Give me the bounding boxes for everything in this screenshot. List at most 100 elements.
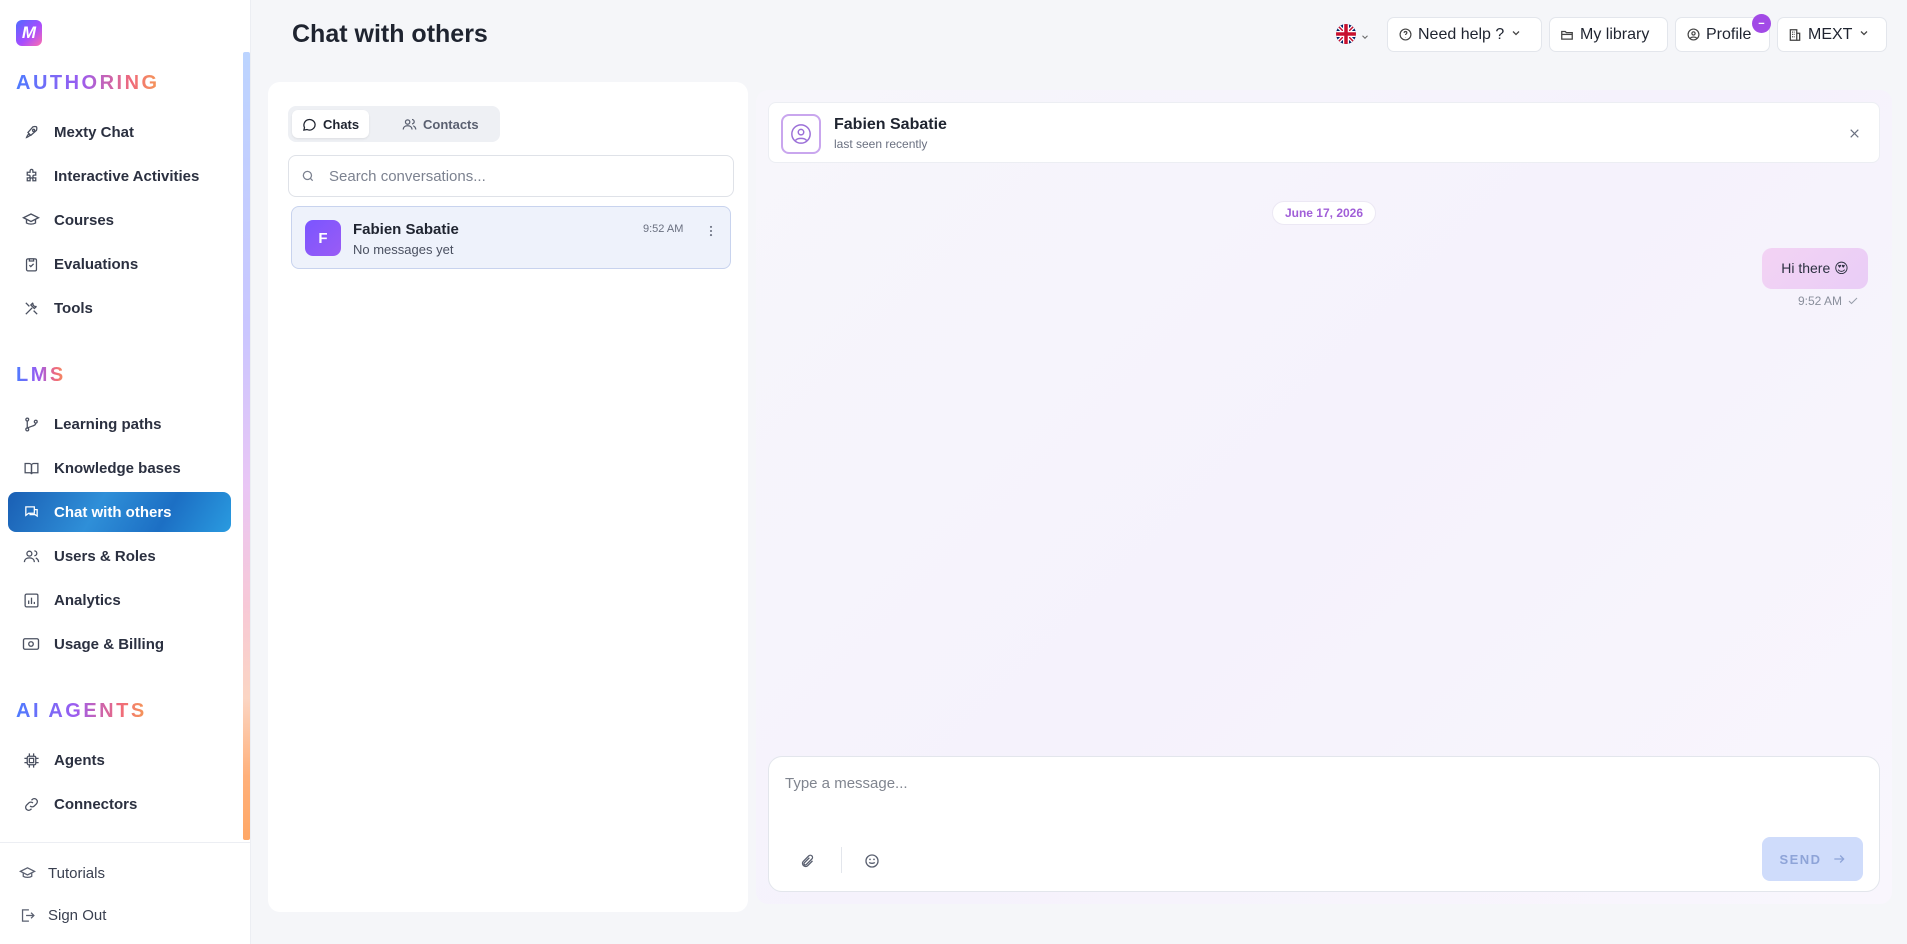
app-logo[interactable]: M	[16, 20, 42, 46]
conversation-time: 9:52 AM	[643, 223, 684, 235]
page-title: Chat with others	[292, 20, 488, 48]
organization-selector[interactable]: MEXT	[1777, 17, 1887, 52]
close-icon[interactable]	[1844, 123, 1864, 143]
graduation-cap-icon	[22, 211, 40, 229]
section-title-ai-agents: AI AGENTS	[16, 700, 147, 722]
sidebar-item-connectors[interactable]: Connectors	[8, 784, 231, 824]
need-help-button[interactable]: Need help ?	[1387, 17, 1542, 52]
section-title-lms: LMS	[16, 364, 66, 386]
sidebar-scroll-rail[interactable]	[243, 52, 250, 840]
tab-label: Contacts	[423, 116, 479, 132]
graduation-cap-icon	[18, 864, 36, 882]
sidebar-item-label: Chat with others	[54, 503, 172, 521]
banknote-icon	[22, 635, 40, 653]
sidebar-item-knowledge-bases[interactable]: Knowledge bases	[8, 448, 231, 488]
sidebar-item-mexty-chat[interactable]: Mexty Chat	[8, 112, 231, 152]
conversation-name: Fabien Sabatie	[353, 221, 459, 238]
send-label: SEND	[1779, 851, 1822, 867]
sidebar-item-tools[interactable]: Tools	[8, 288, 231, 328]
sidebar-item-label: Interactive Activities	[54, 167, 200, 185]
sidebar-item-label: Courses	[54, 211, 115, 229]
conversation-header: Fabien Sabatie last seen recently	[768, 102, 1880, 163]
sidebar-item-chat-with-others[interactable]: Chat with others	[8, 492, 231, 532]
sidebar-item-label: Tools	[54, 299, 93, 317]
sidebar-item-label: Connectors	[54, 795, 138, 813]
send-button[interactable]: SEND	[1762, 837, 1863, 881]
sidebar-item-analytics[interactable]: Analytics	[8, 580, 231, 620]
folder-icon	[1560, 28, 1574, 42]
contact-name: Fabien Sabatie	[834, 116, 947, 133]
chevron-down-icon	[1858, 26, 1870, 44]
sidebar-item-label: Mexty Chat	[54, 123, 135, 141]
check-icon	[1847, 295, 1859, 307]
sidebar-footer-divider	[0, 842, 251, 843]
message-composer: SEND	[768, 756, 1880, 892]
sidebar-item-tutorials[interactable]: Tutorials	[18, 864, 105, 882]
book-open-icon	[22, 459, 40, 477]
sidebar-item-learning-paths[interactable]: Learning paths	[8, 404, 231, 444]
paperclip-icon[interactable]	[793, 847, 821, 875]
sidebar-item-evaluations[interactable]: Evaluations	[8, 244, 231, 284]
sidebar-item-label: Evaluations	[54, 255, 139, 273]
chat-tabs: Chats Contacts	[288, 106, 500, 142]
help-circle-icon	[1398, 28, 1412, 42]
sidebar-item-interactive-activities[interactable]: Interactive Activities	[8, 156, 231, 196]
language-selector[interactable]	[1336, 24, 1370, 49]
search-input[interactable]	[329, 167, 709, 185]
user-circle-icon	[1686, 28, 1700, 42]
contact-status: last seen recently	[834, 137, 928, 151]
more-vertical-icon[interactable]	[703, 221, 719, 241]
avatar: F	[305, 220, 341, 256]
search-box	[288, 155, 734, 197]
link-icon	[22, 795, 40, 813]
arrow-right-icon	[1832, 852, 1846, 866]
message-input[interactable]	[785, 775, 1865, 825]
search-icon	[301, 169, 315, 183]
sidebar-item-users-roles[interactable]: Users & Roles	[8, 536, 231, 576]
user-circle-icon	[790, 123, 812, 145]
need-help-label: Need help ?	[1418, 25, 1505, 43]
sidebar-item-label: Users & Roles	[54, 547, 156, 565]
sidebar-item-agents[interactable]: Agents	[8, 740, 231, 780]
chevron-down-icon	[1510, 26, 1522, 44]
message-circle-icon	[302, 117, 317, 132]
organization-label: MEXT	[1808, 25, 1853, 43]
contact-avatar	[781, 114, 821, 154]
tab-chats[interactable]: Chats	[292, 110, 370, 138]
message-meta: 9:52 AM	[1798, 294, 1859, 308]
sidebar-item-label: Knowledge bases	[54, 459, 181, 477]
section-title-authoring: AUTHORING	[16, 72, 160, 94]
sidebar-item-usage-billing[interactable]: Usage & Billing	[8, 624, 231, 664]
uk-flag-icon	[1336, 24, 1356, 49]
conversation-preview: No messages yet	[353, 242, 454, 257]
message-time: 9:52 AM	[1798, 294, 1843, 308]
sidebar-item-label: Analytics	[54, 591, 121, 609]
notification-badge: −	[1752, 14, 1771, 33]
message-bubble-outgoing: Hi there 😍	[1762, 248, 1868, 289]
building-icon	[1788, 28, 1802, 42]
my-library-label: My library	[1580, 25, 1650, 43]
tab-contacts[interactable]: Contacts	[392, 110, 489, 138]
tab-label: Chats	[323, 116, 360, 132]
sign-out-button[interactable]: Sign Out	[18, 906, 106, 924]
users-icon	[402, 117, 417, 132]
sidebar-item-label: Sign Out	[48, 906, 107, 924]
tools-icon	[22, 299, 40, 317]
chat-bubbles-icon	[22, 503, 40, 521]
emoji-icon[interactable]	[858, 847, 886, 875]
sidebar-item-label: Learning paths	[54, 415, 162, 433]
users-icon	[22, 547, 40, 565]
sidebar-item-courses[interactable]: Courses	[8, 200, 231, 240]
chevron-down-icon	[1360, 32, 1370, 42]
date-separator: June 17, 2026	[1272, 201, 1376, 225]
my-library-button[interactable]: My library	[1549, 17, 1668, 52]
sidebar-item-label: Usage & Billing	[54, 635, 165, 653]
git-branch-icon	[22, 415, 40, 433]
composer-divider	[841, 847, 842, 873]
sidebar: M AUTHORING Mexty Chat Interactive Activ…	[0, 0, 251, 944]
cpu-icon	[22, 751, 40, 769]
sidebar-item-label: Tutorials	[48, 864, 105, 882]
puzzle-icon	[22, 167, 40, 185]
clipboard-check-icon	[22, 255, 40, 273]
conversation-item[interactable]: F Fabien Sabatie No messages yet 9:52 AM	[291, 206, 731, 269]
